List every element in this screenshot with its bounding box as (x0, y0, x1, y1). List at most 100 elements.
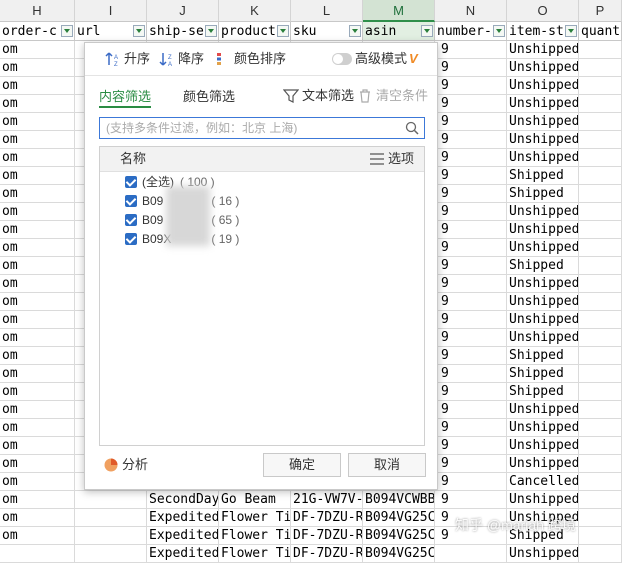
cell-n[interactable]: 9 (435, 383, 507, 401)
cell-k[interactable]: Flower Ti (219, 527, 291, 545)
cell-p[interactable] (579, 473, 622, 491)
cell-o[interactable]: Unshipped (507, 77, 579, 95)
checkbox[interactable] (125, 195, 137, 207)
cell-p[interactable] (579, 257, 622, 275)
cell-p[interactable] (579, 41, 622, 59)
cell-p[interactable] (579, 203, 622, 221)
checkbox[interactable] (125, 233, 137, 245)
column-letter-j[interactable]: J (147, 0, 219, 22)
checkbox[interactable] (125, 176, 137, 188)
cell-h[interactable]: om (0, 293, 75, 311)
filter-dropdown-icon[interactable] (133, 25, 145, 37)
cell-n[interactable]: 9 (435, 239, 507, 257)
cell-h[interactable]: om (0, 419, 75, 437)
cell-h[interactable]: om (0, 167, 75, 185)
cell-h[interactable]: om (0, 383, 75, 401)
column-letter-m[interactable]: M (363, 0, 435, 22)
cell-p[interactable] (579, 455, 622, 473)
cell-h[interactable]: om (0, 203, 75, 221)
cell-k[interactable]: Flower Ti (219, 509, 291, 527)
cell-n[interactable]: 9 (435, 131, 507, 149)
cell-n[interactable]: 9 (435, 473, 507, 491)
filter-dropdown-icon[interactable] (349, 25, 361, 37)
cell-o[interactable]: Unshipped (507, 437, 579, 455)
cell-o[interactable]: Unshipped (507, 293, 579, 311)
cell-o[interactable]: Shipped (507, 167, 579, 185)
cell-n[interactable]: 9 (435, 185, 507, 203)
column-letter-i[interactable]: I (75, 0, 147, 22)
cell-o[interactable]: Unshipped (507, 149, 579, 167)
cell-h[interactable]: om (0, 41, 75, 59)
cell-h[interactable]: om (0, 509, 75, 527)
cell-n[interactable] (435, 545, 507, 563)
cell-h[interactable]: om (0, 473, 75, 491)
search-icon[interactable] (405, 121, 419, 135)
cell-j[interactable]: Expedited (147, 527, 219, 545)
cell-o[interactable]: Cancelled (507, 473, 579, 491)
cell-p[interactable] (579, 527, 622, 545)
cell-h[interactable]: om (0, 185, 75, 203)
sort-descending-button[interactable]: ZA 降序 (159, 51, 204, 67)
cell-h[interactable]: om (0, 149, 75, 167)
cell-p[interactable] (579, 275, 622, 293)
cell-m[interactable]: B094VG25C9 (363, 527, 435, 545)
filter-dropdown-icon[interactable] (61, 25, 73, 37)
cell-h[interactable]: om (0, 437, 75, 455)
cell-i[interactable] (75, 491, 147, 509)
cell-h[interactable]: om (0, 95, 75, 113)
cell-p[interactable] (579, 59, 622, 77)
cell-p[interactable] (579, 185, 622, 203)
cell-n[interactable]: 9 (435, 311, 507, 329)
cell-h[interactable]: om (0, 329, 75, 347)
cell-n[interactable]: 9 (435, 347, 507, 365)
header-cell-i[interactable]: url (75, 22, 147, 41)
cell-n[interactable]: 9 (435, 401, 507, 419)
cell-h[interactable]: om (0, 455, 75, 473)
cell-h[interactable]: om (0, 77, 75, 95)
cell-n[interactable]: 9 (435, 167, 507, 185)
header-cell-k[interactable]: product (219, 22, 291, 41)
cell-o[interactable]: Shipped (507, 185, 579, 203)
cell-n[interactable]: 9 (435, 41, 507, 59)
cell-o[interactable]: Unshipped (507, 455, 579, 473)
cell-o[interactable]: Unshipped (507, 545, 579, 563)
cell-l[interactable]: DF-7DZU-RB (291, 527, 363, 545)
header-cell-p[interactable]: quant (579, 22, 622, 41)
cell-h[interactable]: om (0, 257, 75, 275)
column-letter-l[interactable]: L (291, 0, 363, 22)
header-cell-l[interactable]: sku (291, 22, 363, 41)
cell-h[interactable] (0, 545, 75, 563)
cell-n[interactable]: 9 (435, 77, 507, 95)
cell-o[interactable]: Unshipped (507, 275, 579, 293)
cell-o[interactable]: Unshipped (507, 95, 579, 113)
cell-n[interactable]: 9 (435, 113, 507, 131)
cell-o[interactable]: Unshipped (507, 203, 579, 221)
cell-p[interactable] (579, 383, 622, 401)
cell-p[interactable] (579, 347, 622, 365)
cell-p[interactable] (579, 437, 622, 455)
filter-search-input[interactable]: (支持多条件过滤，例如：北京 上海) (99, 117, 425, 139)
cell-m[interactable]: B094VG25C9 (363, 545, 435, 563)
cell-p[interactable] (579, 509, 622, 527)
cell-o[interactable]: Unshipped (507, 131, 579, 149)
cell-p[interactable] (579, 329, 622, 347)
cell-n[interactable]: 9 (435, 275, 507, 293)
cell-o[interactable]: Unshipped (507, 41, 579, 59)
filter-dropdown-icon[interactable] (277, 25, 289, 37)
cell-h[interactable]: om (0, 239, 75, 257)
cell-j[interactable]: Expedited (147, 545, 219, 563)
advanced-mode-toggle[interactable] (332, 53, 352, 65)
header-cell-j[interactable]: ship-se (147, 22, 219, 41)
sort-ascending-button[interactable]: AZ 升序 (105, 51, 150, 67)
cell-n[interactable]: 9 (435, 221, 507, 239)
cell-m[interactable]: B094VG25C9 (363, 509, 435, 527)
cell-m[interactable]: B094VCWBBP (363, 491, 435, 509)
cell-n[interactable]: 9 (435, 329, 507, 347)
cell-p[interactable] (579, 365, 622, 383)
cell-p[interactable] (579, 419, 622, 437)
cell-p[interactable] (579, 77, 622, 95)
cell-o[interactable]: Unshipped (507, 113, 579, 131)
ok-button[interactable]: 确定 (263, 453, 341, 477)
cell-o[interactable]: Unshipped (507, 221, 579, 239)
cell-h[interactable]: om (0, 311, 75, 329)
